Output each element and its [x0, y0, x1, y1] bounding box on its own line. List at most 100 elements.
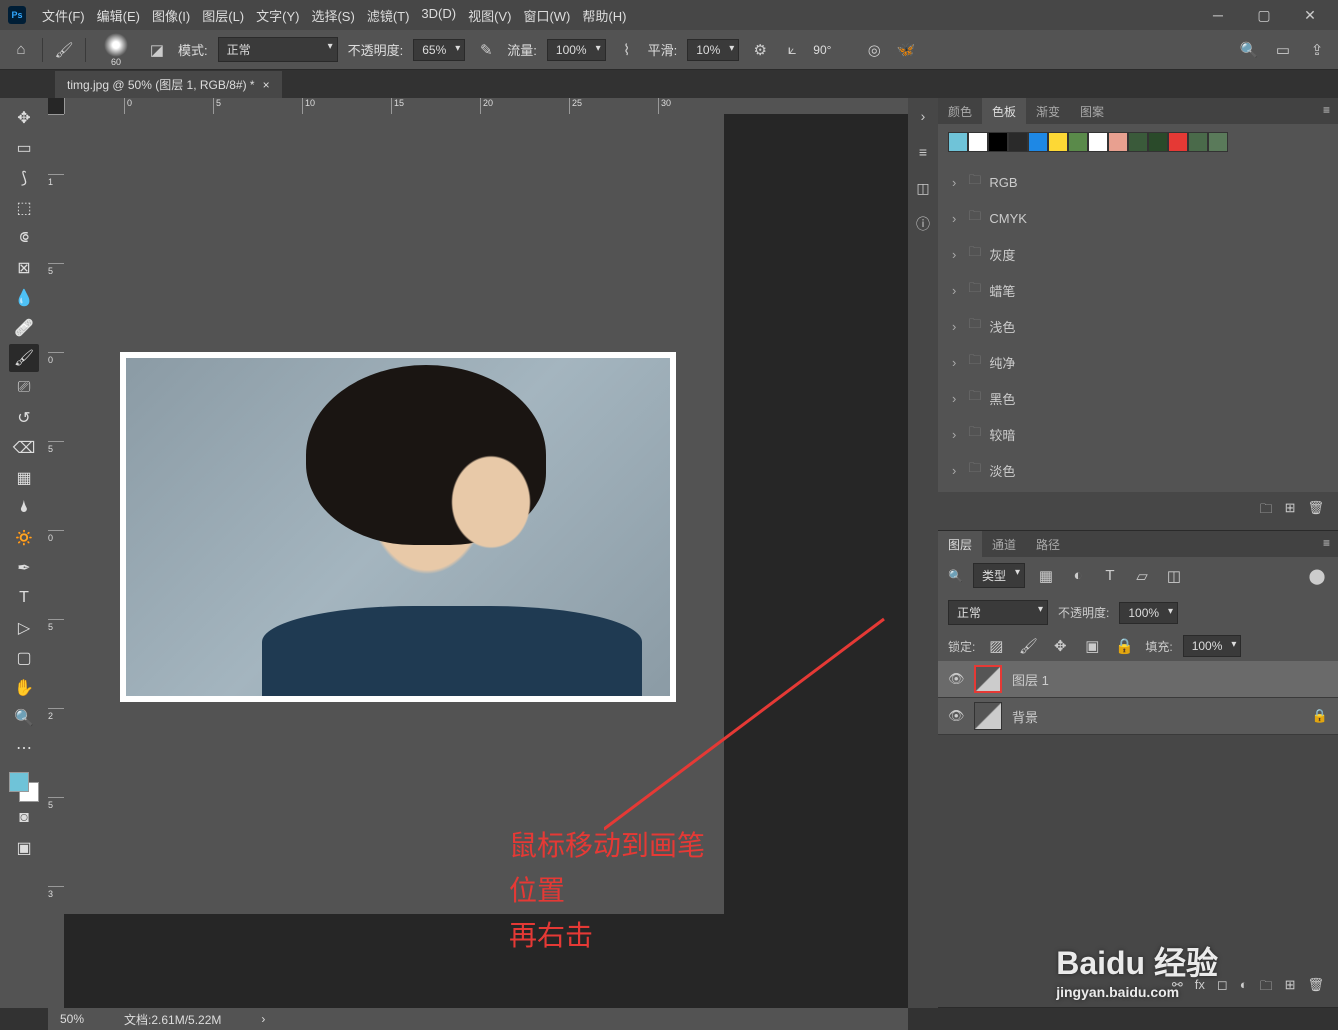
new-group-icon[interactable]: 🗀: [1260, 500, 1273, 522]
blend-mode-dropdown[interactable]: 正常: [948, 600, 1048, 625]
menu-view[interactable]: 视图(V): [464, 2, 515, 29]
swatch-folder[interactable]: 🗀浅色: [938, 308, 1338, 344]
crop-tool[interactable]: ⟃: [9, 224, 39, 252]
doc-info[interactable]: 文档:2.61M/5.22M: [124, 1011, 221, 1028]
tab-layers[interactable]: 图层: [938, 531, 982, 557]
new-layer-icon[interactable]: ⊞: [1285, 977, 1296, 999]
quick-select-tool[interactable]: ⬚: [9, 194, 39, 222]
menu-file[interactable]: 文件(F): [38, 2, 89, 29]
visibility-icon[interactable]: 👁: [948, 671, 964, 687]
layer-style-icon[interactable]: fx: [1195, 977, 1205, 999]
swatch[interactable]: [968, 132, 988, 152]
tab-gradients[interactable]: 渐变: [1026, 98, 1070, 124]
brush-tool[interactable]: 🖌: [9, 344, 39, 372]
dodge-tool[interactable]: 🔅: [9, 524, 39, 552]
fill-dropdown[interactable]: 100%: [1183, 635, 1242, 657]
swatch[interactable]: [1168, 132, 1188, 152]
tab-paths[interactable]: 路径: [1026, 531, 1070, 557]
delete-swatch-icon[interactable]: 🗑: [1307, 500, 1324, 522]
swatch[interactable]: [1048, 132, 1068, 152]
lasso-tool[interactable]: ⟆: [9, 164, 39, 192]
tab-patterns[interactable]: 图案: [1070, 98, 1114, 124]
info-panel-icon[interactable]: ⓘ: [913, 214, 933, 234]
swatch[interactable]: [948, 132, 968, 152]
filter-toggle-icon[interactable]: ⬤: [1306, 565, 1328, 587]
angle-input[interactable]: [813, 43, 853, 57]
swatch[interactable]: [1068, 132, 1088, 152]
delete-layer-icon[interactable]: 🗑: [1307, 977, 1324, 999]
history-panel-icon[interactable]: ≡: [913, 142, 933, 162]
tab-color[interactable]: 颜色: [938, 98, 982, 124]
layer-item[interactable]: 👁背景🔒: [938, 698, 1338, 735]
swatch[interactable]: [988, 132, 1008, 152]
shape-tool[interactable]: ▢: [9, 644, 39, 672]
swatch-folder[interactable]: 🗀黑色: [938, 380, 1338, 416]
menu-3d[interactable]: 3D(D): [417, 2, 460, 29]
swatch[interactable]: [1148, 132, 1168, 152]
brush-preview[interactable]: 60: [96, 33, 136, 67]
eraser-tool[interactable]: ⌫: [9, 434, 39, 462]
path-select-tool[interactable]: ▷: [9, 614, 39, 642]
mode-dropdown[interactable]: 正常: [218, 37, 338, 62]
layer-name[interactable]: 背景: [1012, 707, 1038, 726]
healing-brush-tool[interactable]: 🩹: [9, 314, 39, 342]
filter-smart-icon[interactable]: ◫: [1163, 565, 1185, 587]
opacity-dropdown[interactable]: 65%: [413, 39, 465, 61]
menu-help[interactable]: 帮助(H): [578, 2, 630, 29]
layer-item[interactable]: 👁图层 1: [938, 661, 1338, 698]
filter-type-icon[interactable]: T: [1099, 565, 1121, 587]
vertical-ruler[interactable]: 150505253: [48, 114, 64, 1008]
clone-stamp-tool[interactable]: ⎚: [9, 374, 39, 402]
swatch[interactable]: [1028, 132, 1048, 152]
brush-panel-icon[interactable]: ◪: [146, 39, 168, 61]
screen-mode-icon[interactable]: ▣: [9, 834, 39, 862]
lock-transparency-icon[interactable]: ▨: [985, 635, 1007, 657]
tab-channels[interactable]: 通道: [982, 531, 1026, 557]
menu-filter[interactable]: 滤镜(T): [363, 2, 414, 29]
color-swatches[interactable]: [9, 772, 39, 802]
menu-select[interactable]: 选择(S): [307, 2, 358, 29]
menu-image[interactable]: 图像(I): [148, 2, 194, 29]
link-layers-icon[interactable]: ⚯: [1172, 977, 1183, 999]
zoom-level[interactable]: 50%: [60, 1012, 84, 1026]
menu-layer[interactable]: 图层(L): [198, 2, 248, 29]
layer-mask-icon[interactable]: ◻: [1217, 977, 1228, 999]
swatch-folder[interactable]: 🗀灰度: [938, 236, 1338, 272]
swatch[interactable]: [1208, 132, 1228, 152]
layer-thumbnail[interactable]: [974, 702, 1002, 730]
layers-panel-menu-icon[interactable]: ≡: [1315, 531, 1338, 557]
properties-panel-icon[interactable]: ◫: [913, 178, 933, 198]
pressure-opacity-icon[interactable]: ✎: [475, 39, 497, 61]
search-icon[interactable]: 🔍: [1238, 39, 1260, 61]
gradient-tool[interactable]: ▦: [9, 464, 39, 492]
pressure-size-icon[interactable]: ◎: [863, 39, 885, 61]
lock-all-icon[interactable]: 🔒: [1113, 635, 1135, 657]
swatch-folder[interactable]: 🗀纯净: [938, 344, 1338, 380]
horizontal-ruler[interactable]: 051015202530: [64, 98, 908, 114]
swatch-folder[interactable]: 🗀RGB: [938, 164, 1338, 200]
menu-window[interactable]: 窗口(W): [519, 2, 574, 29]
smoothing-options-icon[interactable]: ⚙: [749, 39, 771, 61]
filter-adjust-icon[interactable]: ◐: [1067, 565, 1089, 587]
panel-menu-icon[interactable]: ≡: [1315, 98, 1338, 124]
edit-toolbar-icon[interactable]: ⋯: [9, 734, 39, 762]
canvas-area[interactable]: 051015202530 150505253 鼠标移动到画笔位置 再右击: [48, 98, 908, 1008]
layer-opacity-dropdown[interactable]: 100%: [1119, 602, 1178, 624]
airbrush-icon[interactable]: ⌇: [616, 39, 638, 61]
blur-tool[interactable]: 🌢: [9, 494, 39, 522]
swatch[interactable]: [1088, 132, 1108, 152]
menu-edit[interactable]: 编辑(E): [93, 2, 144, 29]
maximize-button[interactable]: ▢: [1244, 3, 1284, 27]
marquee-tool[interactable]: ▭: [9, 134, 39, 162]
swatch-folder[interactable]: 🗀CMYK: [938, 200, 1338, 236]
quick-mask-icon[interactable]: ◙: [9, 804, 39, 832]
swatch-folder[interactable]: 🗀较暗: [938, 416, 1338, 452]
dock-expand-icon[interactable]: ›: [913, 106, 933, 126]
adjustment-layer-icon[interactable]: ◐: [1240, 977, 1248, 999]
swatch[interactable]: [1008, 132, 1028, 152]
filter-search-icon[interactable]: 🔍: [948, 569, 963, 583]
lock-position-icon[interactable]: ✥: [1049, 635, 1071, 657]
flow-dropdown[interactable]: 100%: [547, 39, 606, 61]
hand-tool[interactable]: ✋: [9, 674, 39, 702]
swatch[interactable]: [1128, 132, 1148, 152]
